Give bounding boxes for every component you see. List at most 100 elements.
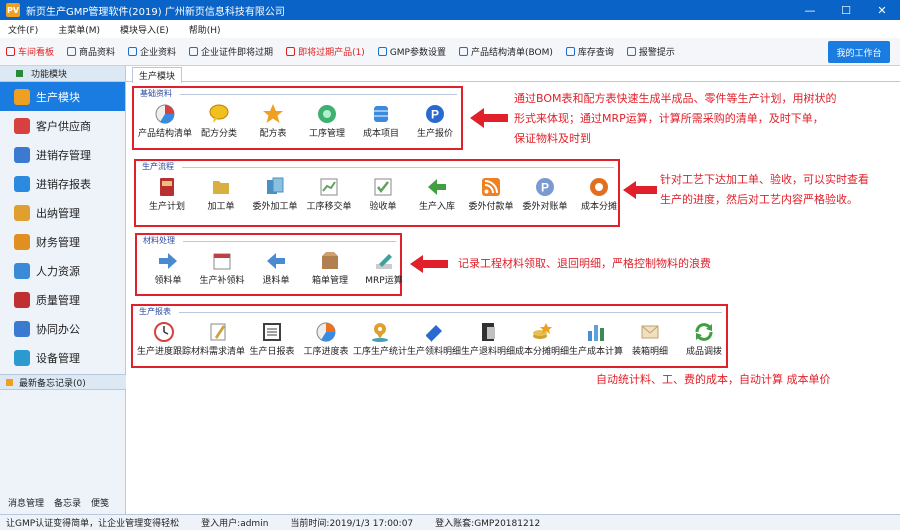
sidebar-item[interactable]: 协同办公 bbox=[0, 314, 125, 343]
svg-text:P: P bbox=[541, 181, 549, 195]
sidebar-item[interactable]: 进销存管理 bbox=[0, 140, 125, 169]
toolbar-item[interactable]: 库存查询 bbox=[565, 45, 614, 58]
toolbar-item[interactable]: 商品资料 bbox=[67, 45, 115, 58]
envelope-icon bbox=[638, 320, 662, 344]
module-tile-label: 成本分摊 bbox=[580, 202, 617, 212]
module-tile[interactable]: 生产补领料 bbox=[195, 249, 249, 286]
module-tile-label: 生产入库 bbox=[418, 202, 455, 212]
module-tile[interactable]: 退料单 bbox=[249, 249, 303, 286]
disc-icon bbox=[315, 102, 339, 126]
module-tile-label: 生产补领料 bbox=[199, 276, 245, 286]
module-tile[interactable]: 生产成本计算 bbox=[569, 320, 623, 357]
module-tile[interactable]: 材料需求清单 bbox=[191, 320, 245, 357]
status-bar: 让GMP认证变得简单，让企业管理变得轻松 登入用户:admin 当前时间:201… bbox=[0, 514, 900, 530]
module-tile[interactable]: 成本分摊明细 bbox=[515, 320, 569, 357]
module-tile[interactable]: 工序移交单 bbox=[302, 175, 356, 212]
module-tile[interactable]: 箱单管理 bbox=[303, 249, 357, 286]
group-title: 材料处理 bbox=[143, 236, 175, 245]
module-tile[interactable]: 成本分摊 bbox=[572, 175, 626, 212]
memo-records[interactable]: 最新备忘记录(0) bbox=[0, 374, 126, 390]
check-doc-icon bbox=[371, 175, 395, 199]
module-tile-label: 成品调拨 bbox=[685, 347, 722, 357]
module-tile[interactable]: 工序生产统计 bbox=[353, 320, 407, 357]
status-slogan: 让GMP认证变得简单，让企业管理变得轻松 bbox=[6, 519, 180, 529]
module-tile[interactable]: 成品调拨 bbox=[677, 320, 731, 357]
menu-file[interactable]: 文件(F) bbox=[8, 23, 38, 36]
module-tile[interactable]: 工序管理 bbox=[300, 102, 354, 139]
module-tile[interactable]: 工序进度表 bbox=[299, 320, 353, 357]
red-arrow-icon bbox=[623, 181, 657, 199]
refresh-icon bbox=[692, 320, 716, 344]
menu-module-import[interactable]: 模块导入(E) bbox=[120, 23, 169, 36]
menu-help[interactable]: 帮助(H) bbox=[189, 23, 221, 36]
module-tile[interactable]: 委外付款单 bbox=[464, 175, 518, 212]
star-icon bbox=[261, 102, 285, 126]
close-button[interactable]: ✕ bbox=[864, 0, 900, 20]
module-tile-label: 装箱明细 bbox=[631, 347, 668, 357]
sidebar-item[interactable]: 出纳管理 bbox=[0, 198, 125, 227]
memo-link[interactable]: 备忘录 bbox=[54, 496, 81, 509]
toolbar-square-icon bbox=[458, 47, 468, 56]
group-material-processing: 材料处理 领料单 生产补领料 退料单 箱单管理 MRP运算 bbox=[135, 233, 403, 296]
minimize-button[interactable]: — bbox=[792, 0, 828, 20]
module-tile[interactable]: 加工单 bbox=[194, 175, 248, 212]
toolbar-item[interactable]: 产品结构清单(BOM) bbox=[458, 45, 553, 58]
toolbar-item[interactable]: 即将过期产品(1) bbox=[286, 45, 365, 58]
sidebar-item[interactable]: 人力资源 bbox=[0, 256, 125, 285]
module-tile[interactable]: 生产进度跟踪 bbox=[137, 320, 191, 357]
module-tile[interactable]: 成本项目 bbox=[354, 102, 408, 139]
sidebar-item-label: 出纳管理 bbox=[36, 206, 80, 220]
sidebar-item[interactable]: 生产模块 bbox=[0, 82, 125, 111]
sidebar-item[interactable]: 进销存报表 bbox=[0, 169, 125, 198]
module-tile[interactable]: 领料单 bbox=[141, 249, 195, 286]
module-tile[interactable]: 配方分类 bbox=[192, 102, 246, 139]
module-tile[interactable]: P 生产报价 bbox=[408, 102, 462, 139]
status-time: 当前时间:2019/1/3 17:00:07 bbox=[290, 519, 414, 529]
chat-bubble-icon bbox=[207, 102, 231, 126]
module-tile[interactable]: 生产日报表 bbox=[245, 320, 299, 357]
module-tile[interactable]: 生产领料明细 bbox=[407, 320, 461, 357]
toolbar-item-label: 报警提示 bbox=[638, 48, 675, 58]
sidebar-item[interactable]: 客户供应商 bbox=[0, 111, 125, 140]
module-tile[interactable]: 生产入库 bbox=[410, 175, 464, 212]
toolbar-item[interactable]: 企业资料 bbox=[128, 45, 176, 58]
maximize-button[interactable]: ☐ bbox=[828, 0, 864, 20]
sidebar-item[interactable]: 质量管理 bbox=[0, 285, 125, 314]
sticky-note-link[interactable]: 便笺 bbox=[91, 496, 109, 509]
message-management-link[interactable]: 消息管理 bbox=[8, 496, 44, 509]
toolbar-item[interactable]: 车间看板 bbox=[6, 45, 54, 58]
module-tile-label: 委外加工单 bbox=[252, 202, 298, 212]
module-tile[interactable]: 验收单 bbox=[356, 175, 410, 212]
toolbar: 车间看板 商品资料 企业资料 企业证件即将过期 即将过期产品(1) GMP参数设置 产品结构… bbox=[0, 38, 900, 66]
module-tile[interactable]: 生产计划 bbox=[140, 175, 194, 212]
sidebar-item-label: 设备管理 bbox=[36, 351, 80, 365]
module-tile-label: 验收单 bbox=[369, 202, 397, 212]
toolbar-item[interactable]: GMP参数设置 bbox=[377, 45, 446, 58]
toolbar-square-icon bbox=[377, 47, 387, 56]
module-tile[interactable]: 委外加工单 bbox=[248, 175, 302, 212]
sidebar-item[interactable]: 财务管理 bbox=[0, 227, 125, 256]
toolbar-item[interactable]: 报警提示 bbox=[626, 45, 675, 58]
module-tile[interactable]: MRP运算 bbox=[357, 249, 411, 286]
sidebar-item-label: 进销存管理 bbox=[36, 148, 91, 162]
my-workbench-button[interactable]: 我的工作台 bbox=[828, 41, 890, 63]
module-tile-label: 生产领料明细 bbox=[407, 347, 462, 357]
group-title: 基础资料 bbox=[140, 89, 172, 98]
module-tile[interactable]: 装箱明细 bbox=[623, 320, 677, 357]
menu-main[interactable]: 主菜单(M) bbox=[58, 23, 100, 36]
database-icon bbox=[369, 102, 393, 126]
sidebar-item-icon bbox=[14, 117, 30, 134]
module-tile-label: 工序生产统计 bbox=[353, 347, 408, 357]
pie-chart-icon bbox=[153, 102, 177, 126]
sidebar-bottom-links: 消息管理 备忘录 便笺 bbox=[0, 496, 126, 509]
sidebar-header[interactable]: 功能模块 bbox=[0, 66, 125, 82]
module-tile[interactable]: P 委外对账单 bbox=[518, 175, 572, 212]
tab-production-module[interactable]: 生产模块 bbox=[132, 67, 183, 83]
module-tile[interactable]: 产品结构清单 bbox=[138, 102, 192, 139]
book-icon bbox=[155, 175, 179, 199]
module-tile[interactable]: 生产退料明细 bbox=[461, 320, 515, 357]
toolbar-item[interactable]: 企业证件即将过期 bbox=[189, 45, 273, 58]
module-tile[interactable]: 配方表 bbox=[246, 102, 300, 139]
sidebar-item[interactable]: 设备管理 bbox=[0, 343, 125, 372]
toolbar-square-icon bbox=[6, 47, 15, 56]
